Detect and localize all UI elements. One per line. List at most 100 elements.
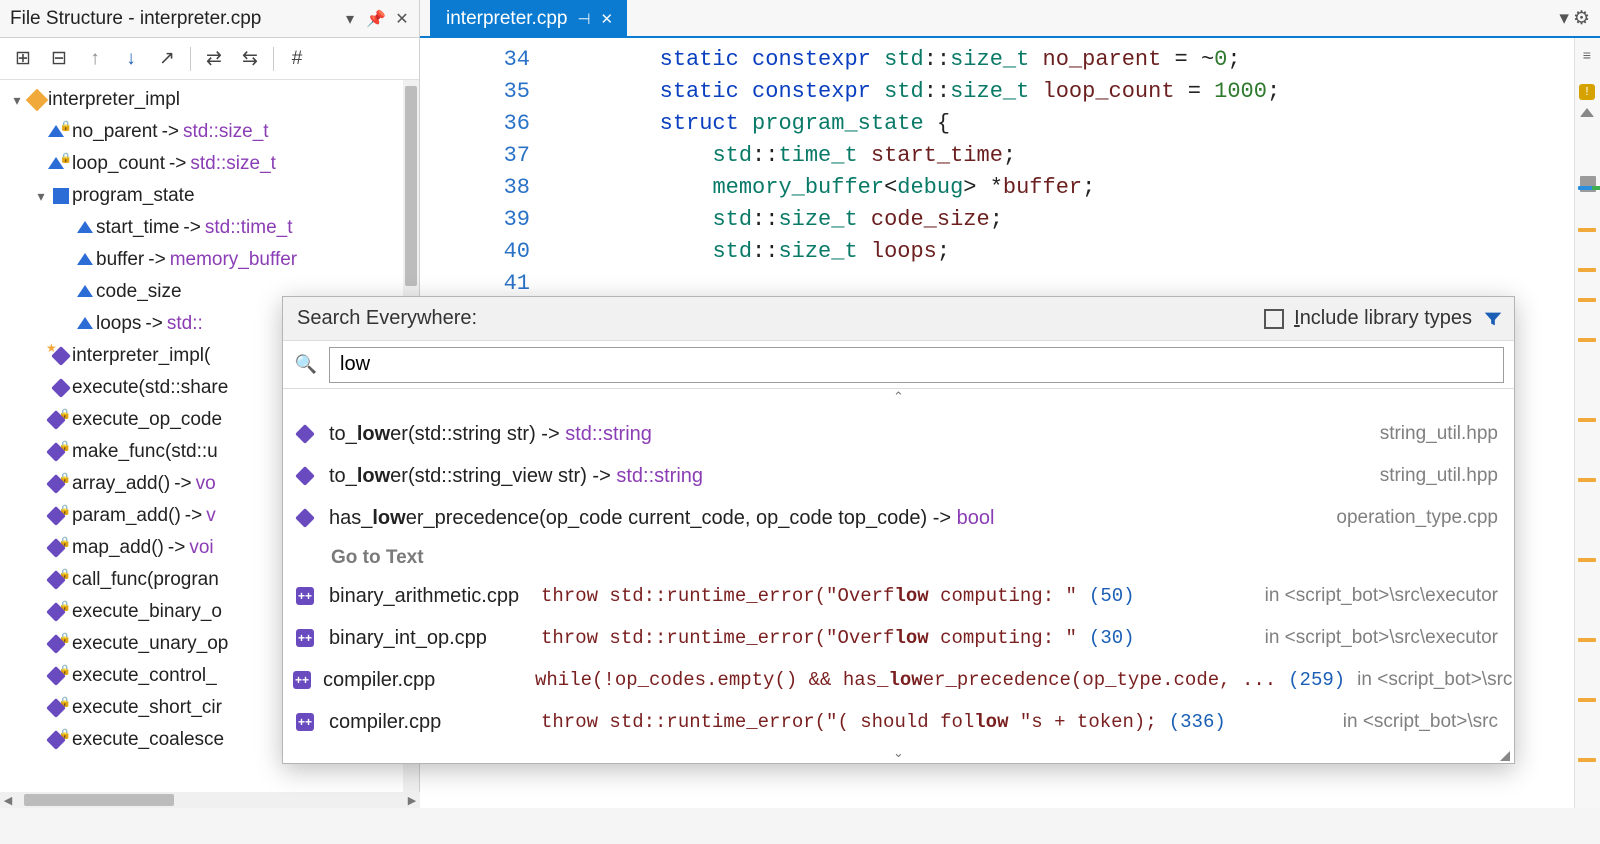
close-icon[interactable]: ✕ [601, 10, 614, 28]
result-file: compiler.cpp [329, 711, 529, 734]
result-label: to_lower(std::string str) -> std::string [329, 423, 652, 446]
search-result-text[interactable]: ++compiler.cppwhile(!op_codes.empty() &&… [283, 659, 1514, 701]
scroll-left-icon[interactable]: ◀ [0, 792, 16, 808]
member-name: execute(std::share [72, 377, 228, 399]
code-line[interactable]: static constexpr std::size_t loop_count … [554, 76, 1280, 108]
editor-tab-active[interactable]: interpreter.cpp ⊣ ✕ [430, 0, 627, 38]
tree-item[interactable]: ▾program_state [4, 180, 419, 212]
member-name: execute_binary_o [72, 601, 222, 623]
close-icon[interactable]: ✕ [391, 8, 413, 30]
marker[interactable] [1578, 758, 1596, 762]
split-icon[interactable]: ≡ [1578, 48, 1596, 66]
marker[interactable] [1578, 228, 1596, 232]
nav-up-button[interactable]: ↑ [78, 42, 112, 76]
search-result-symbol[interactable]: to_lower(std::string_view str) -> std::s… [283, 455, 1514, 497]
marker[interactable] [1578, 558, 1596, 562]
result-location: in <script_bot>\src [1343, 711, 1498, 733]
result-label: to_lower(std::string_view str) -> std::s… [329, 465, 703, 488]
code-line[interactable]: std::size_t loops; [554, 236, 1280, 268]
member-icon [74, 313, 96, 335]
method-icon [293, 507, 317, 529]
member-icon: 🔒 [50, 473, 72, 495]
sort-button-2[interactable]: ⇆ [233, 42, 267, 76]
search-icon: 🔍 [293, 354, 319, 375]
results-scroll-up-indicator: ⌃ [283, 389, 1514, 407]
marker[interactable] [1578, 698, 1596, 702]
line-number: 35 [420, 76, 530, 108]
arrow-icon: -> [158, 121, 183, 143]
search-header: Search Everywhere: Include library types [283, 297, 1514, 341]
sort-button-1[interactable]: ⇄ [197, 42, 231, 76]
code-line[interactable]: static constexpr std::size_t no_parent =… [554, 44, 1280, 76]
hash-button[interactable]: # [280, 42, 314, 76]
line-number: 37 [420, 140, 530, 172]
search-result-text[interactable]: ++binary_arithmetic.cppthrow std::runtim… [283, 575, 1514, 617]
code-line[interactable]: memory_buffer<debug> *buffer; [554, 172, 1280, 204]
chevron-down-icon[interactable]: ▾ [1559, 7, 1569, 30]
search-result-symbol[interactable]: has_lower_precedence(op_code current_cod… [283, 497, 1514, 539]
editor-marker-bar[interactable]: ≡ ! [1574, 38, 1600, 808]
marker[interactable] [1578, 338, 1596, 342]
tree-item[interactable]: buffer->memory_buffer [4, 244, 419, 276]
result-file: binary_arithmetic.cpp [329, 585, 529, 608]
collapse-all-button[interactable]: ⊟ [42, 42, 76, 76]
line-number: 39 [420, 204, 530, 236]
member-icon: 🔒 [50, 601, 72, 623]
expand-all-button[interactable]: ⊞ [6, 42, 40, 76]
result-file: compiler.cpp [323, 669, 523, 692]
arrow-icon: -> [181, 505, 206, 527]
pin-icon[interactable]: ⊣ [577, 10, 590, 28]
warning-icon[interactable]: ! [1579, 84, 1595, 100]
pin-icon[interactable]: 📌 [365, 8, 387, 30]
marker[interactable] [1578, 418, 1596, 422]
go-to-text-heading: Go to Text [283, 539, 1514, 575]
member-icon: 🔒 [50, 697, 72, 719]
member-icon: 🔒 [50, 729, 72, 751]
code-line[interactable]: std::size_t code_size; [554, 204, 1280, 236]
editor-tab-strip: interpreter.cpp ⊣ ✕ ▾ ⚙ [420, 0, 1600, 38]
member-icon: 🔒 [50, 409, 72, 431]
member-icon [26, 89, 48, 111]
member-type: voi [189, 537, 213, 559]
nav-down-button[interactable]: ↓ [114, 42, 148, 76]
filter-icon[interactable] [1482, 308, 1504, 330]
cpp-file-icon: ++ [293, 713, 317, 731]
tree-item[interactable]: 🔒no_parent->std::size_t [4, 116, 419, 148]
tree-twistie[interactable]: ▾ [8, 92, 26, 109]
search-result-text[interactable]: ++compiler.cppthrow std::runtime_error("… [283, 701, 1514, 743]
dropdown-icon[interactable]: ▾ [339, 8, 361, 30]
open-button[interactable]: ↗ [150, 42, 184, 76]
gear-icon[interactable]: ⚙ [1573, 7, 1590, 30]
marker[interactable] [1578, 298, 1596, 302]
resize-handle[interactable] [1500, 751, 1510, 761]
panel-toolbar: ⊞ ⊟ ↑ ↓ ↗ ⇄ ⇆ # [0, 38, 419, 80]
member-icon: ★ [50, 345, 72, 367]
tree-item[interactable]: ▾interpreter_impl [4, 84, 419, 116]
include-library-types-checkbox[interactable] [1264, 309, 1284, 329]
code-line[interactable]: struct program_state { [554, 108, 1280, 140]
code-line[interactable]: std::time_t start_time; [554, 140, 1280, 172]
tree-twistie[interactable]: ▾ [32, 188, 50, 205]
member-icon [74, 217, 96, 239]
arrow-icon: -> [164, 537, 189, 559]
marker[interactable] [1578, 268, 1596, 272]
tree-item[interactable]: 🔒loop_count->std::size_t [4, 148, 419, 180]
scrollbar-thumb[interactable] [24, 794, 174, 806]
search-result-symbol[interactable]: to_lower(std::string str) -> std::string… [283, 413, 1514, 455]
search-result-text[interactable]: ++binary_int_op.cppthrow std::runtime_er… [283, 617, 1514, 659]
member-icon: 🔒 [50, 153, 72, 175]
member-icon: 🔒 [50, 665, 72, 687]
member-name: loop_count [72, 153, 165, 175]
tree-item[interactable]: start_time->std::time_t [4, 212, 419, 244]
marker[interactable] [1578, 638, 1596, 642]
include-library-types-label[interactable]: Include library types [1294, 307, 1472, 330]
horizontal-scrollbar[interactable]: ◀ ▶ [0, 792, 420, 808]
search-input[interactable] [329, 347, 1504, 383]
marker[interactable] [1578, 478, 1596, 482]
result-path: string_util.hpp [1380, 465, 1498, 487]
panel-header: File Structure - interpreter.cpp ▾ 📌 ✕ [0, 0, 419, 38]
member-icon: 🔒 [50, 537, 72, 559]
scrollbar-thumb[interactable] [405, 86, 417, 286]
scroll-right-icon[interactable]: ▶ [404, 792, 420, 808]
marker[interactable] [1592, 186, 1600, 190]
